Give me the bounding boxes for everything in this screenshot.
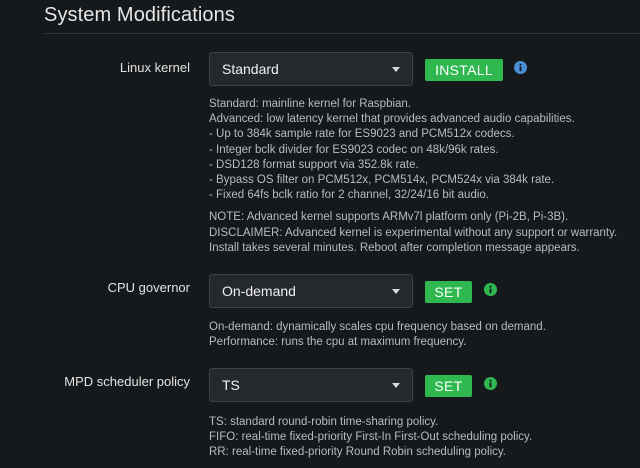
mpd-help-line: FIFO: real-time fixed-priority First-In … <box>209 431 533 444</box>
caret-down-icon <box>392 383 400 388</box>
mpd-scheduler-select[interactable]: TS <box>209 368 413 402</box>
kernel-help-line: Standard: mainline kernel for Raspbian. <box>209 98 412 110</box>
kernel-help-line: - Fixed 64fs bclk ratio for 2 channel, 3… <box>209 189 489 202</box>
kernel-help-line: - DSD128 format support via 352.8k rate. <box>209 158 419 171</box>
kernel-label: Linux kernel <box>119 60 190 75</box>
kernel-select[interactable]: Standard <box>209 52 413 86</box>
cpu-help-line: On-demand: dynamically scales cpu freque… <box>209 321 546 333</box>
mpd-help-line: TS: standard round-robin time-sharing po… <box>209 416 439 428</box>
mpd-help-line: RR: real-time fixed-priority Round Robin… <box>209 446 506 459</box>
help-spacer <box>209 203 617 210</box>
kernel-help-line: - Integer bclk divider for ES9023 codec … <box>209 143 499 156</box>
mpd-scheduler-help-text: TS: standard round-robin time-sharing po… <box>209 415 532 461</box>
cpu-governor-select[interactable]: On-demand <box>209 274 413 308</box>
info-circle-icon[interactable] <box>484 283 497 296</box>
install-button[interactable]: INSTALL <box>425 59 503 81</box>
cpu-help-line: Performance: runs the cpu at maximum fre… <box>209 336 467 349</box>
kernel-note-line: Install takes several minutes. Reboot af… <box>209 241 580 254</box>
kernel-select-value: Standard <box>222 61 279 77</box>
system-modifications-page: System Modifications Linux kernel Standa… <box>0 0 640 468</box>
kernel-help-line: - Up to 384k sample rate for ES9023 and … <box>209 128 515 141</box>
kernel-help-line: - Bypass OS filter on PCM512x, PCM514x, … <box>209 173 555 186</box>
info-circle-icon[interactable] <box>514 61 527 74</box>
section-title: System Modifications <box>44 4 235 26</box>
kernel-help-line: Advanced: low latency kernel that provid… <box>209 113 575 126</box>
cpu-governor-label: CPU governor <box>107 280 190 295</box>
kernel-note-line: NOTE: Advanced kernel supports ARMv7l pl… <box>209 211 569 224</box>
caret-down-icon <box>392 67 400 72</box>
info-circle-icon[interactable] <box>484 377 497 390</box>
kernel-help-text: Standard: mainline kernel for Raspbian. … <box>209 97 617 256</box>
mpd-scheduler-select-value: TS <box>222 377 240 393</box>
caret-down-icon <box>392 289 400 294</box>
cpu-governor-help-text: On-demand: dynamically scales cpu freque… <box>209 320 546 350</box>
mpd-scheduler-label: MPD scheduler policy <box>64 374 190 389</box>
kernel-note-line: DISCLAIMER: Advanced kernel is experimen… <box>209 226 618 239</box>
section-divider <box>44 33 640 34</box>
cpu-governor-select-value: On-demand <box>222 283 296 299</box>
cpu-set-button[interactable]: SET <box>425 281 472 303</box>
mpd-set-button[interactable]: SET <box>425 375 472 397</box>
